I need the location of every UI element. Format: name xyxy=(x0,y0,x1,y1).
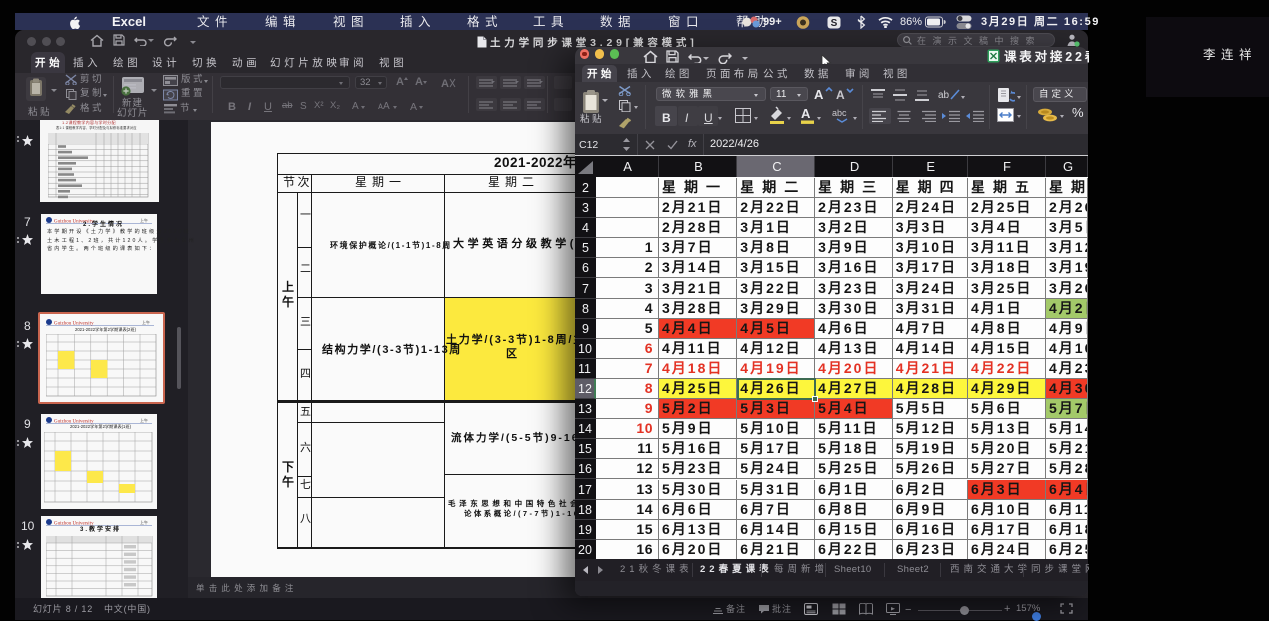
svg-text:上午: 上午 xyxy=(140,217,148,223)
svg-text:S: S xyxy=(831,18,838,29)
svg-text:上午: 上午 xyxy=(140,417,148,423)
svg-text:Guizhou University: Guizhou University xyxy=(54,522,94,527)
svg-text:上午: 上午 xyxy=(142,319,150,325)
svg-text:A: A xyxy=(814,87,824,101)
svg-text:ab: ab xyxy=(938,90,950,101)
svg-text:A: A xyxy=(801,106,811,121)
svg-text:abc: abc xyxy=(832,108,847,118)
svg-text:A: A xyxy=(441,78,449,89)
svg-text:A: A xyxy=(836,88,845,101)
svg-text:Guizhou University: Guizhou University xyxy=(54,322,94,327)
svg-text:上午: 上午 xyxy=(140,519,148,525)
